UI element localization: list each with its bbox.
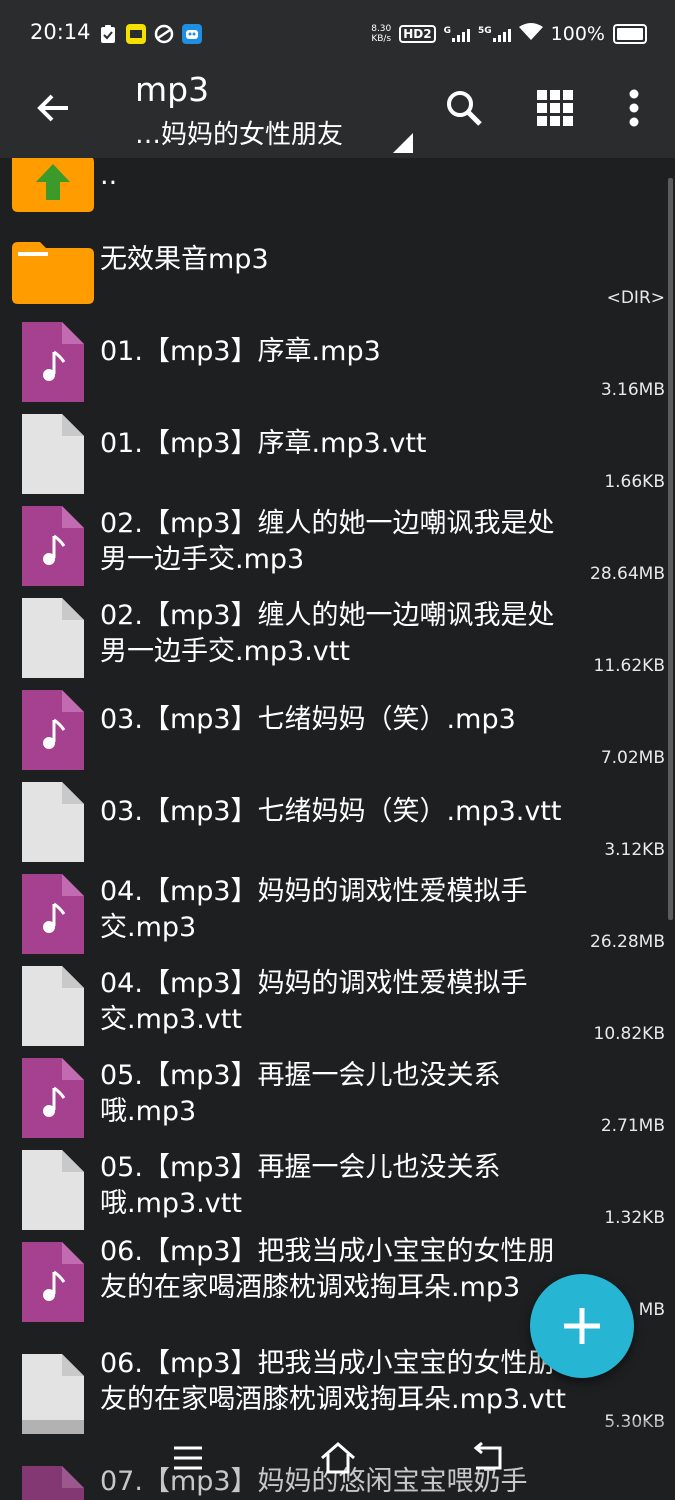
- toolbar: mp3 …妈妈的女性朋友: [0, 66, 675, 158]
- file-name: 06.【mp3】把我当成小宝宝的女性朋友的在家喝酒膝枕调戏掏耳朵.mp3.vtt: [100, 1348, 566, 1415]
- network-speed-value: 8.30: [371, 24, 392, 34]
- list-item-doc[interactable]: 02.【mp3】缠人的她一边嘲讽我是处男一边手交.mp3.vtt 11.62KB: [0, 592, 675, 684]
- file-size: 11.62KB: [593, 656, 665, 676]
- folder-path[interactable]: …妈妈的女性朋友: [135, 114, 343, 151]
- audio-file-icon: [22, 322, 84, 402]
- file-name: 05.【mp3】再握一会儿也没关系哦.mp3: [100, 1060, 501, 1127]
- audio-file-icon: [22, 874, 84, 954]
- file-size: 28.64MB: [590, 564, 665, 584]
- file-size: MB: [638, 1300, 665, 1320]
- list-item-audio[interactable]: 02.【mp3】缠人的她一边嘲讽我是处男一边手交.mp3 28.64MB: [0, 500, 675, 592]
- file-size: 1.32KB: [604, 1208, 665, 1228]
- list-item-audio[interactable]: 01.【mp3】序章.mp3 3.16MB: [0, 316, 675, 408]
- file-size: 7.02MB: [600, 748, 665, 768]
- file-size: 3.16MB: [600, 380, 665, 400]
- file-name: 06.【mp3】把我当成小宝宝的女性朋友的在家喝酒膝枕调戏掏耳朵.mp3: [100, 1236, 555, 1303]
- list-item-doc[interactable]: 05.【mp3】再握一会儿也没关系哦.mp3.vtt 1.32KB: [0, 1144, 675, 1236]
- file-name: 03.【mp3】七绪妈妈（笑）.mp3.vtt: [100, 796, 562, 827]
- document-file-icon: [22, 782, 84, 862]
- list-item-doc[interactable]: 03.【mp3】七绪妈妈（笑）.mp3.vtt 3.12KB: [0, 776, 675, 868]
- add-fab-button[interactable]: [530, 1274, 634, 1378]
- audio-file-icon: [22, 1242, 84, 1322]
- audio-file-icon: [22, 1058, 84, 1138]
- hd-badge: HD2: [399, 25, 436, 43]
- grid-view-icon[interactable]: [533, 86, 577, 130]
- network-speed-unit: KB/s: [371, 34, 392, 44]
- file-name: 04.【mp3】妈妈的调戏性爱模拟手交.mp3.vtt: [100, 968, 528, 1035]
- vip-app-icon: [126, 24, 146, 44]
- swirl-app-icon: [154, 24, 174, 44]
- back-arrow-icon[interactable]: [34, 88, 74, 128]
- plus-icon: [564, 1308, 600, 1344]
- file-name: 03.【mp3】七绪妈妈（笑）.mp3: [100, 704, 516, 735]
- clipboard-check-icon: [98, 24, 118, 44]
- folder-title: mp3: [135, 70, 210, 109]
- document-file-icon: [22, 1150, 84, 1230]
- audio-file-icon: [22, 506, 84, 586]
- file-name: 01.【mp3】序章.mp3: [100, 336, 381, 367]
- notification-icons: [98, 22, 202, 46]
- document-file-icon: [22, 966, 84, 1046]
- robot-app-icon: [182, 24, 202, 44]
- path-dropdown-icon[interactable]: [393, 133, 413, 153]
- file-meta: <DIR>: [606, 288, 665, 308]
- back-icon[interactable]: [468, 1440, 508, 1480]
- scrollbar[interactable]: [668, 178, 673, 920]
- signal-1: G: [443, 26, 471, 42]
- file-name: 02.【mp3】缠人的她一边嘲讽我是处男一边手交.mp3: [100, 508, 555, 575]
- file-size: 1.66KB: [604, 472, 665, 492]
- list-item-doc[interactable]: 04.【mp3】妈妈的调戏性爱模拟手交.mp3.vtt 10.82KB: [0, 960, 675, 1052]
- system-status: 8.30 KB/s HD2 G 5G 100%: [371, 22, 647, 46]
- file-size: 3.12KB: [604, 840, 665, 860]
- file-name: 05.【mp3】再握一会儿也没关系哦.mp3.vtt: [100, 1152, 501, 1219]
- home-icon[interactable]: [318, 1440, 358, 1480]
- list-item-parent[interactable]: ..: [0, 158, 675, 224]
- list-item-audio[interactable]: 05.【mp3】再握一会儿也没关系哦.mp3 2.71MB: [0, 1052, 675, 1144]
- signal-2-label: 5G: [478, 26, 492, 36]
- file-name: 01.【mp3】序章.mp3.vtt: [100, 428, 427, 459]
- signal-2: 5G: [478, 26, 511, 42]
- list-item-audio[interactable]: 04.【mp3】妈妈的调戏性爱模拟手交.mp3 26.28MB: [0, 868, 675, 960]
- status-bar: 20:14 8.30 KB/s HD2 G 5G 100%: [0, 0, 675, 66]
- audio-file-icon: [22, 690, 84, 770]
- signal-1-label: G: [443, 26, 452, 36]
- file-size: 2.71MB: [600, 1116, 665, 1136]
- signal-bars-2-icon: [492, 26, 511, 42]
- file-name: 02.【mp3】缠人的她一边嘲讽我是处男一边手交.mp3.vtt: [100, 600, 555, 667]
- menu-icon[interactable]: [170, 1440, 210, 1480]
- battery-percent: 100%: [550, 23, 605, 45]
- file-name: 无效果音mp3: [100, 244, 269, 275]
- file-size: 26.28MB: [590, 932, 665, 952]
- search-icon[interactable]: [442, 86, 486, 130]
- list-item-folder[interactable]: 无效果音mp3 <DIR>: [0, 224, 675, 316]
- network-speed: 8.30 KB/s: [371, 24, 391, 44]
- more-vert-icon[interactable]: [612, 86, 656, 130]
- folder-icon: [12, 242, 94, 304]
- document-file-icon: [22, 414, 84, 494]
- file-size: 10.82KB: [593, 1024, 665, 1044]
- file-name: ..: [100, 160, 118, 191]
- navigation-bar: [0, 1420, 675, 1500]
- battery-icon: [613, 24, 647, 44]
- signal-bars-1-icon: [452, 26, 471, 42]
- list-item-audio[interactable]: 03.【mp3】七绪妈妈（笑）.mp3 7.02MB: [0, 684, 675, 776]
- status-time: 20:14: [30, 20, 91, 44]
- file-name: 04.【mp3】妈妈的调戏性爱模拟手交.mp3: [100, 876, 528, 943]
- wifi-icon: [518, 23, 543, 45]
- parent-folder-icon: [12, 158, 94, 212]
- document-file-icon: [22, 598, 84, 678]
- list-item-doc[interactable]: 01.【mp3】序章.mp3.vtt 1.66KB: [0, 408, 675, 500]
